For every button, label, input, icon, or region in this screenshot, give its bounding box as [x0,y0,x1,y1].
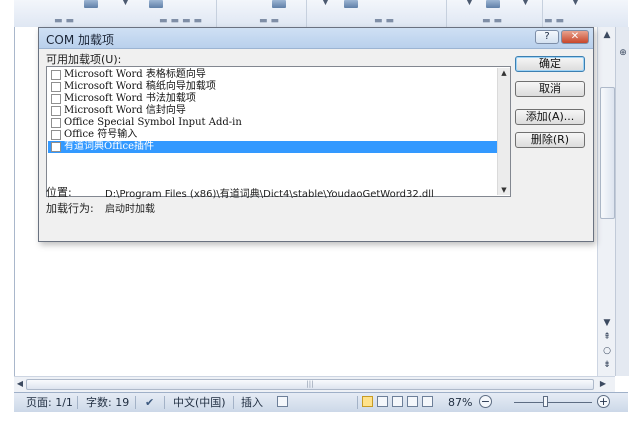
ribbon-dropdown-arrow[interactable]: ▼ [522,0,529,7]
ribbon-divider [446,0,447,27]
zoom-out-button[interactable]: − [479,395,492,408]
page-indicator[interactable]: 页面: 1/1 [26,393,73,412]
ribbon-tool-icon[interactable] [84,0,98,8]
status-bar: 页面: 1/1 字数: 19 ✔ 中文(中国) 插入 87% − + [14,392,628,412]
ribbon-tool-icon[interactable] [149,0,163,8]
macro-record-icon[interactable] [277,396,288,407]
browse-object-icon[interactable]: ○ [600,345,614,357]
ruler-toggle-icon[interactable]: ⊕ [616,47,630,59]
list-item-selected[interactable]: 有道词典Office插件 [48,141,497,153]
list-scroll-down-icon[interactable]: ▼ [498,185,510,195]
zoom-in-button[interactable]: + [597,395,610,408]
close-button[interactable]: ✕ [561,30,589,44]
proofing-icon[interactable]: ✔ [145,393,154,412]
status-divider [357,396,358,409]
scroll-left-icon[interactable]: ◀ [15,378,25,390]
list-scroll-up-icon[interactable]: ▲ [498,68,510,78]
list-item[interactable]: Microsoft Word 表格标题向导 [48,69,497,81]
web-layout-icon[interactable] [392,396,403,407]
addin-checkbox[interactable] [51,82,61,92]
addin-checkbox[interactable] [51,94,61,104]
dialog-title: COM 加载项 [46,33,114,47]
addins-list[interactable]: Microsoft Word 表格标题向导 Microsoft Word 稿纸向… [46,66,511,197]
ribbon-group-label: ▬▬ [544,16,568,26]
ribbon-group-label: ▬▬ [54,16,78,26]
ribbon-dropdown-arrow[interactable]: ▼ [122,0,129,7]
ribbon-group-label: ▬▬ [374,16,398,26]
status-divider [135,396,136,409]
ok-button[interactable]: 确定 [515,56,585,72]
help-button[interactable]: ? [535,30,559,44]
scroll-down-icon[interactable]: ▼ [600,317,614,329]
next-page-icon[interactable]: ⇟ [600,359,614,371]
list-scrollbar[interactable]: ▲ ▼ [497,68,510,195]
outline-view-icon[interactable] [407,396,418,407]
ribbon-group-label: ▬▬▬▬ [159,16,206,26]
addin-label: Microsoft Word 稿纸向导加载项 [64,81,216,92]
print-layout-view-icon[interactable] [362,396,373,407]
addin-label: Microsoft Word 表格标题向导 [64,69,206,80]
scroll-right-icon[interactable]: ▶ [598,378,608,390]
list-item[interactable]: Office Special Symbol Input Add-in [48,117,497,129]
addin-label: Microsoft Word 书法加载项 [64,93,196,104]
scroll-up-icon[interactable]: ▲ [600,29,614,41]
location-label: 位置: [46,186,72,199]
ribbon-tool-icon[interactable] [486,0,500,8]
language-indicator[interactable]: 中文(中国) [173,393,226,412]
full-screen-reading-icon[interactable] [377,396,388,407]
cancel-button[interactable]: 取消 [515,81,585,97]
dialog-titlebar[interactable]: COM 加载项 ? ✕ [39,28,593,49]
ribbon: ▼ ▼ ▼ ▼ ▼ ▬▬ ▬▬▬▬ ▬▬ ▬▬ ▬▬ ▬▬ [14,0,628,28]
status-divider [77,396,78,409]
previous-page-icon[interactable]: ⇞ [600,331,614,343]
zoom-slider-thumb[interactable] [543,396,548,407]
load-behavior-value: 启动时加载 [105,204,155,215]
remove-button[interactable]: 删除(R) [515,132,585,148]
scroll-thumb[interactable] [600,87,615,219]
list-item[interactable]: Microsoft Word 信封向导 [48,105,497,117]
status-divider [233,396,234,409]
vertical-scrollbar[interactable]: ▲ ▼ ⇞ ○ ⇟ [597,27,616,376]
horizontal-scroll-thumb[interactable]: ||| [26,379,594,390]
add-button[interactable]: 添加(A)... [515,109,585,125]
horizontal-scrollbar[interactable]: ◀ ||| ▶ [14,376,615,392]
list-item[interactable]: Office 符号输入 [48,129,497,141]
addin-checkbox[interactable] [51,130,61,140]
insert-mode[interactable]: 插入 [241,393,263,412]
list-item[interactable]: Microsoft Word 稿纸向导加载项 [48,81,497,93]
ribbon-group-label: ▬▬ [259,16,283,26]
ruler-toggle-strip: ⊕ [615,27,629,376]
draft-view-icon[interactable] [422,396,433,407]
status-divider [164,396,165,409]
location-value: D:\Program Files (x86)\有道词典\Dict4\stable… [105,189,434,200]
ribbon-tool-icon[interactable] [344,0,358,8]
addin-label: Microsoft Word 信封向导 [64,105,186,116]
load-behavior-label: 加载行为: [46,202,94,215]
addin-checkbox[interactable] [51,142,61,152]
com-addins-dialog: COM 加载项 ? ✕ 可用加载项(U): Microsoft Word 表格标… [38,27,594,242]
ribbon-divider [306,0,307,27]
addin-checkbox[interactable] [51,70,61,80]
zoom-slider-track[interactable] [514,402,592,403]
addin-checkbox[interactable] [51,106,61,116]
ribbon-divider [542,0,543,27]
ribbon-group-label: ▬▬ [482,16,506,26]
ribbon-dropdown-arrow[interactable]: ▼ [466,0,473,7]
ribbon-dropdown-arrow[interactable]: ▼ [572,0,579,7]
ribbon-dropdown-arrow[interactable]: ▼ [322,0,329,7]
addin-label: Office Special Symbol Input Add-in [64,117,242,128]
addin-checkbox[interactable] [51,118,61,128]
ribbon-tool-icon[interactable] [272,0,286,8]
list-item[interactable]: Microsoft Word 书法加载项 [48,93,497,105]
addin-label: Office 符号输入 [64,129,138,140]
available-addins-label: 可用加载项(U): [46,53,122,66]
addin-label: 有道词典Office插件 [64,141,155,152]
word-count[interactable]: 字数: 19 [86,393,129,412]
zoom-level[interactable]: 87% [448,393,472,412]
